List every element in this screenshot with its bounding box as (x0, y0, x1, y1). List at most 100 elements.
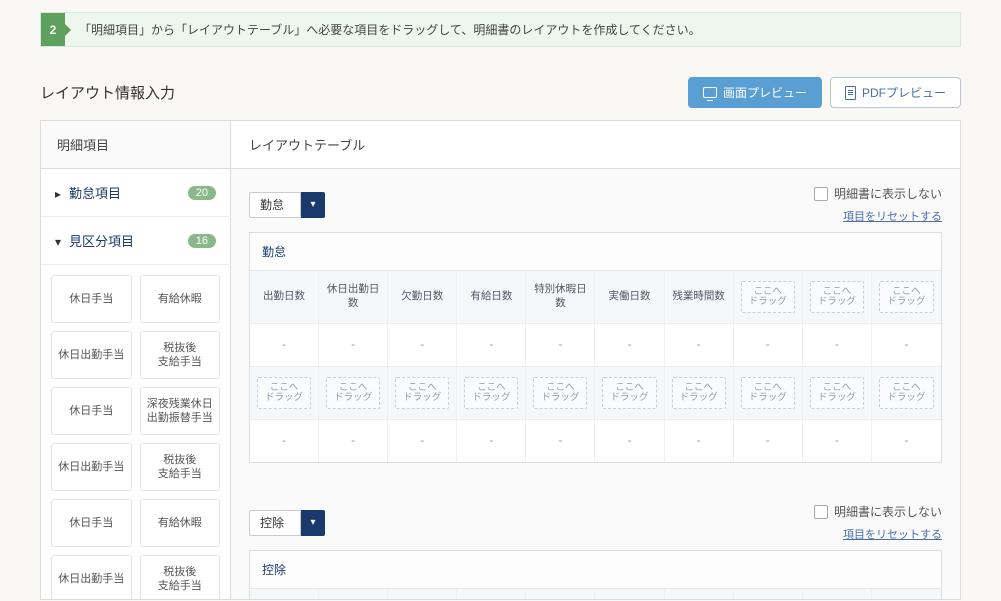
table-title: 勤怠 (250, 233, 941, 271)
step-number: 2 (41, 13, 65, 46)
drop-slot[interactable]: ここへドラッグ (879, 281, 934, 313)
drop-slot[interactable]: ここへドラッグ (810, 281, 864, 313)
field-tile[interactable]: 税抜後支給手当 (140, 443, 221, 491)
sidebar: 明細項目 勤怠項目 20 見区分項目 16 休日手当有給休暇休日出勤手当税抜後支… (41, 121, 231, 599)
hide-label: 明細書に表示しない (834, 185, 942, 202)
block-type-select[interactable]: 控除 (249, 510, 301, 536)
drop-slot[interactable]: ここへドラッグ (672, 377, 726, 409)
canvas-title: レイアウトテーブル (231, 121, 960, 169)
drop-slot[interactable]: ここへドラッグ (395, 377, 449, 409)
column-header: 欠勤日数 (388, 271, 457, 323)
field-tile[interactable]: 深夜残業休日出勤振替手当 (140, 387, 221, 435)
field-tile[interactable]: 休日手当 (51, 275, 132, 323)
block-type-select[interactable]: 勤怠 (249, 192, 301, 218)
field-grid: 休日手当有給休暇休日出勤手当税抜後支給手当休日手当深夜残業休日出勤振替手当休日出… (41, 265, 230, 599)
column-header: 雇用保険料 (526, 589, 595, 599)
group-attendance[interactable]: 勤怠項目 20 (41, 169, 230, 217)
reset-link[interactable]: 項目をリセットする (843, 526, 942, 542)
value-cell: - (388, 324, 457, 366)
field-tile[interactable]: 税抜後支給手当 (140, 555, 221, 599)
drop-slot[interactable]: ここへドラッグ (533, 377, 587, 409)
drop-slot[interactable]: ここへドラッグ (741, 281, 795, 313)
table-title: 控除 (250, 551, 941, 589)
field-tile[interactable]: 休日手当 (51, 499, 132, 547)
value-cell: - (734, 324, 803, 366)
value-cell: - (595, 420, 664, 462)
value-cell: - (319, 324, 388, 366)
instruction-text: 「明細項目」から「レイアウトテーブル」へ必要な項目をドラッグして、明細書のレイア… (65, 13, 715, 46)
column-header: 有給日数 (457, 271, 526, 323)
value-cell: - (457, 324, 526, 366)
drop-slot[interactable]: ここへドラッグ (810, 377, 864, 409)
hide-label: 明細書に表示しない (834, 503, 942, 520)
pdf-preview-label: PDFプレビュー (862, 84, 946, 101)
group-classification[interactable]: 見区分項目 16 (41, 217, 230, 265)
value-cell: - (457, 420, 526, 462)
reset-link[interactable]: 項目をリセットする (843, 208, 942, 224)
value-cell: - (250, 324, 319, 366)
column-header: 所得税 (595, 589, 664, 599)
value-cell: - (526, 420, 595, 462)
column-header: 実働日数 (595, 271, 664, 323)
drop-slot[interactable]: ここへドラッグ (879, 377, 934, 409)
column-header: 欠勤遅刻早退控除 (250, 589, 319, 599)
column-header: 特別休暇日数 (526, 271, 595, 323)
field-tile[interactable]: 休日出勤手当 (51, 331, 132, 379)
table-row: ---------- (250, 324, 941, 367)
value-cell: - (665, 420, 734, 462)
instruction-banner: 2 「明細項目」から「レイアウトテーブル」へ必要な項目をドラッグして、明細書のレ… (40, 12, 961, 47)
table-row: ここへドラッグここへドラッグここへドラッグここへドラッグここへドラッグここへドラ… (250, 367, 941, 420)
value-cell: - (665, 324, 734, 366)
value-cell: - (388, 420, 457, 462)
table-row: 出勤日数休日出勤日数欠勤日数有給日数特別休暇日数実働日数残業時間数ここへドラッグ… (250, 271, 941, 324)
value-cell: - (803, 420, 872, 462)
drop-slot[interactable]: ここへドラッグ (464, 377, 518, 409)
value-cell: - (803, 324, 872, 366)
table-row: ---------- (250, 420, 941, 462)
value-cell: - (250, 420, 319, 462)
select-dropdown-button[interactable] (301, 510, 325, 536)
section-header: レイアウト情報入力 画面プレビュー PDFプレビュー (40, 77, 961, 108)
hide-checkbox[interactable] (814, 505, 828, 519)
pdf-preview-button[interactable]: PDFプレビュー (830, 77, 961, 108)
layout-canvas: レイアウトテーブル 勤怠明細書に表示しない項目をリセットする勤怠出勤日数休日出勤… (231, 121, 960, 599)
value-cell: - (872, 324, 941, 366)
column-header: 介護保険料 (388, 589, 457, 599)
value-cell: - (526, 324, 595, 366)
section-buttons: 画面プレビュー PDFプレビュー (688, 77, 961, 108)
arrow-right-icon (55, 187, 69, 201)
layout-table: 控除欠勤遅刻早退控除健康保険料介護保険料厚生年金保険料雇用保険料所得税住民税ここ… (249, 550, 942, 599)
column-header: 残業時間数 (665, 271, 734, 323)
monitor-icon (703, 87, 717, 98)
value-cell: - (734, 420, 803, 462)
column-header: 休日出勤日数 (319, 271, 388, 323)
select-dropdown-button[interactable] (301, 192, 325, 218)
sidebar-title: 明細項目 (41, 121, 230, 169)
drop-slot[interactable]: ここへドラッグ (602, 377, 656, 409)
field-tile[interactable]: 休日手当 (51, 387, 132, 435)
screen-preview-button[interactable]: 画面プレビュー (688, 77, 822, 108)
group-label: 勤怠項目 (69, 186, 121, 201)
field-tile[interactable]: 休日出勤手当 (51, 555, 132, 599)
field-tile[interactable]: 有給休暇 (140, 275, 221, 323)
count-badge: 16 (188, 234, 216, 248)
drop-slot[interactable]: ここへドラッグ (741, 377, 795, 409)
drop-slot[interactable]: ここへドラッグ (326, 377, 380, 409)
section-title: レイアウト情報入力 (40, 82, 175, 103)
hide-checkbox[interactable] (814, 187, 828, 201)
document-icon (845, 86, 856, 100)
column-header: 住民税 (665, 589, 734, 599)
field-tile[interactable]: 休日出勤手当 (51, 443, 132, 491)
value-cell: - (872, 420, 941, 462)
value-cell: - (319, 420, 388, 462)
column-header: 出勤日数 (250, 271, 319, 323)
drop-slot[interactable]: ここへドラッグ (257, 377, 311, 409)
value-cell: - (595, 324, 664, 366)
count-badge: 20 (188, 186, 216, 200)
field-tile[interactable]: 有給休暇 (140, 499, 221, 547)
layout-block: 控除明細書に表示しない項目をリセットする控除欠勤遅刻早退控除健康保険料介護保険料… (231, 487, 960, 599)
arrow-down-icon (55, 235, 69, 249)
table-row: 欠勤遅刻早退控除健康保険料介護保険料厚生年金保険料雇用保険料所得税住民税ここへド… (250, 589, 941, 599)
field-tile[interactable]: 税抜後支給手当 (140, 331, 221, 379)
layout-table: 勤怠出勤日数休日出勤日数欠勤日数有給日数特別休暇日数実働日数残業時間数ここへドラ… (249, 232, 942, 463)
